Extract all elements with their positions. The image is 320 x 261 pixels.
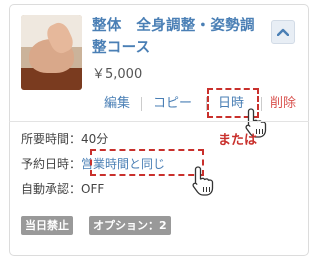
hand-pointer-icon bbox=[192, 166, 214, 196]
auto-approval-row: 自動承認：OFF bbox=[21, 181, 104, 197]
auto-approval-label: 自動承認： bbox=[21, 182, 82, 196]
collapse-button[interactable] bbox=[271, 20, 295, 44]
booking-highlight bbox=[90, 149, 204, 176]
options-badge: オプション：2 bbox=[89, 216, 171, 235]
service-price: ￥5,000 bbox=[92, 67, 143, 82]
booking-label: 予約日時： bbox=[21, 157, 82, 171]
auto-approval-value: OFF bbox=[81, 182, 105, 196]
annotation-or: または bbox=[218, 133, 258, 148]
service-title[interactable]: 整体 全身調整・姿勢調整コース bbox=[92, 15, 262, 59]
chevron-up-icon bbox=[277, 28, 289, 36]
edit-link[interactable]: 編集 bbox=[104, 95, 130, 113]
same-day-badge: 当日禁止 bbox=[21, 216, 73, 235]
delete-link[interactable]: 削除 bbox=[270, 95, 296, 113]
service-thumbnail bbox=[21, 15, 82, 90]
copy-link[interactable]: コピー bbox=[153, 95, 192, 113]
duration-row: 所要時間：40分 bbox=[21, 131, 108, 147]
duration-label: 所要時間： bbox=[21, 132, 82, 146]
duration-value: 40分 bbox=[81, 132, 109, 146]
card-divider bbox=[9, 121, 309, 122]
